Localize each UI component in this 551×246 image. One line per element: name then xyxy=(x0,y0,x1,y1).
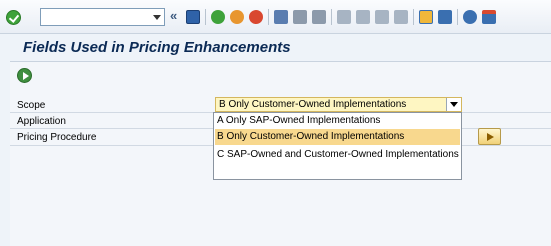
customize-layout-icon[interactable] xyxy=(482,10,496,24)
navigate-back-icon[interactable] xyxy=(211,10,225,24)
pricing-procedure-label: Pricing Procedure xyxy=(17,132,97,143)
help-icon[interactable] xyxy=(463,10,477,24)
exit-icon[interactable] xyxy=(230,10,244,24)
previous-page-icon[interactable] xyxy=(356,10,370,24)
create-session-icon[interactable] xyxy=(419,10,433,24)
scope-option-c[interactable]: C SAP-Owned and Customer-Owned Implement… xyxy=(215,147,460,163)
toolbar-separator xyxy=(331,9,332,25)
toolbar-separator xyxy=(413,9,414,25)
application-label: Application xyxy=(17,116,66,127)
scope-option-a[interactable]: A Only SAP-Owned Implementations xyxy=(215,113,460,129)
first-page-icon[interactable] xyxy=(337,10,351,24)
toolbar-separator xyxy=(268,9,269,25)
command-field[interactable] xyxy=(40,8,165,26)
next-page-icon[interactable] xyxy=(375,10,389,24)
scope-option-b[interactable]: B Only Customer-Owned Implementations xyxy=(215,129,460,145)
find-next-icon[interactable] xyxy=(312,10,326,24)
shortcut-icon[interactable] xyxy=(438,10,452,24)
scope-value: B Only Customer-Owned Implementations xyxy=(219,99,407,110)
ok-icon[interactable] xyxy=(6,10,21,25)
back-icon[interactable]: « xyxy=(170,9,177,23)
execute-icon[interactable] xyxy=(17,68,32,83)
scope-combobox[interactable]: B Only Customer-Owned Implementations xyxy=(215,97,462,112)
toolbar-separator xyxy=(457,9,458,25)
find-icon[interactable] xyxy=(293,10,307,24)
page-title: Fields Used in Pricing Enhancements xyxy=(23,39,291,56)
chevron-down-icon[interactable] xyxy=(446,98,461,111)
print-icon[interactable] xyxy=(274,10,288,24)
command-history-dropdown-icon[interactable] xyxy=(150,9,164,25)
scope-dropdown-list: A Only SAP-Owned Implementations B Only … xyxy=(213,112,462,180)
toolbar-separator xyxy=(205,9,206,25)
standard-toolbar: « xyxy=(0,0,551,34)
last-page-icon[interactable] xyxy=(394,10,408,24)
multiple-selection-button[interactable] xyxy=(478,128,501,145)
cancel-icon[interactable] xyxy=(249,10,263,24)
save-icon[interactable] xyxy=(186,10,200,24)
scope-label: Scope xyxy=(17,100,46,111)
